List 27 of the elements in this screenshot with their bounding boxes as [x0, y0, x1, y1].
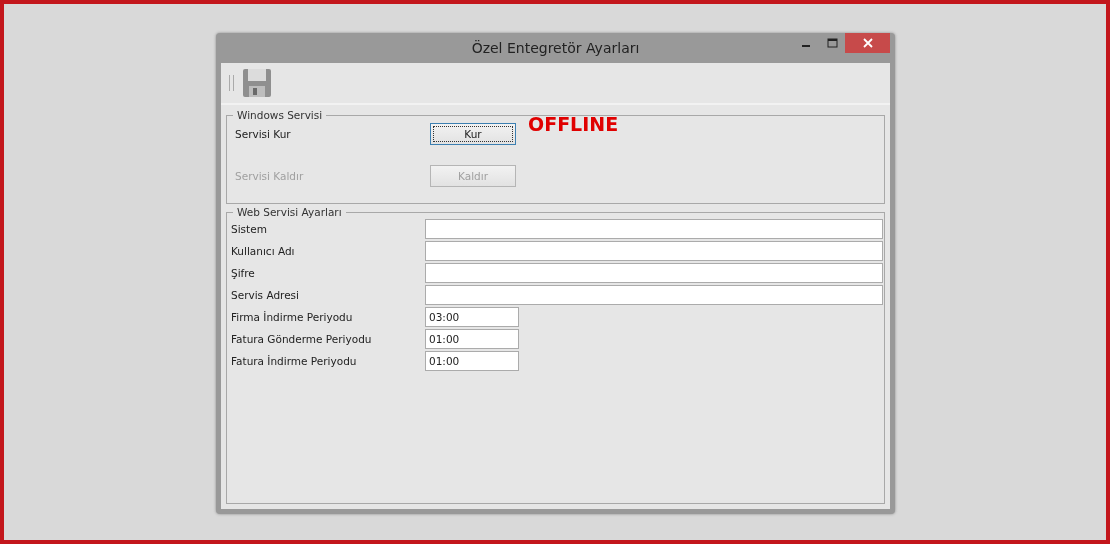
close-button[interactable] — [845, 33, 890, 53]
input-field[interactable]: 03:00 — [425, 307, 519, 327]
input-field[interactable] — [425, 241, 883, 261]
minimize-icon — [802, 45, 810, 47]
service-button[interactable]: Kur — [430, 123, 516, 145]
save-icon[interactable] — [242, 68, 272, 98]
input-field[interactable] — [425, 263, 883, 283]
maximize-icon — [826, 38, 838, 48]
window-title: Özel Entegretör Ayarları — [471, 40, 640, 56]
field-label: Servis Adresi — [230, 289, 300, 301]
close-icon — [862, 38, 873, 48]
input-field[interactable] — [425, 285, 883, 305]
field-label: Fatura İndirme Periyodu — [230, 355, 358, 367]
input-field[interactable]: 01:00 — [425, 329, 519, 349]
group-title: Windows Servisi — [236, 109, 324, 121]
group-title: Web Servisi Ayarları — [236, 206, 343, 218]
field-label: Firma İndirme Periyodu — [230, 311, 354, 323]
field-label: Fatura Gönderme Periyodu — [230, 333, 373, 345]
toolbar-grip[interactable] — [229, 75, 234, 91]
service-label: Servisi Kaldır — [235, 170, 305, 182]
input-field[interactable] — [425, 219, 883, 239]
status-text: OFFLINE — [528, 113, 619, 135]
input-field[interactable]: 01:00 — [425, 351, 519, 371]
field-label: Şifre — [230, 267, 256, 279]
service-label: Servisi Kur — [235, 128, 292, 140]
field-label: Sistem — [230, 223, 268, 235]
field-label: Kullanıcı Adı — [230, 245, 296, 257]
